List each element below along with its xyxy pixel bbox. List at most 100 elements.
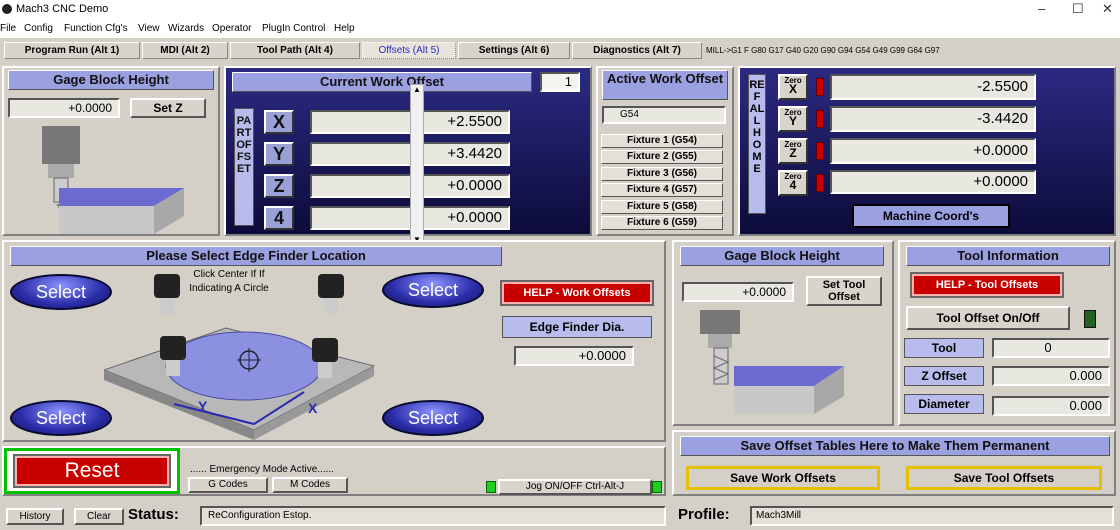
set-tool-offset-button[interactable]: Set Tool Offset xyxy=(806,276,882,306)
zero-y-button[interactable]: Zero Y xyxy=(778,106,808,132)
part-offset-label: PART OFFSET xyxy=(234,108,254,226)
fixture-4-button[interactable]: Fixture 4 (G57) xyxy=(601,183,723,197)
gage-bottom-value[interactable]: +0.0000 xyxy=(682,282,794,302)
menu-file[interactable]: File xyxy=(0,23,16,34)
fixture-6-button[interactable]: Fixture 6 (G59) xyxy=(601,216,723,230)
work-offset-scrollbar[interactable]: ▲ ▼ xyxy=(410,84,424,248)
tab-diagnostics[interactable]: Diagnostics (Alt 7) xyxy=(572,42,702,59)
edge-finder-title: Please Select Edge Finder Location xyxy=(10,246,502,266)
status-message: ReConfiguration Estop. xyxy=(200,506,666,526)
work-axis-z-label: Z xyxy=(264,174,294,198)
save-tool-offsets-button[interactable]: Save Tool Offsets xyxy=(906,466,1102,490)
gcode-status: MILL->G1 F G80 G17 G40 G20 G90 G94 G54 G… xyxy=(706,46,940,55)
tab-program-run[interactable]: Program Run (Alt 1) xyxy=(4,42,140,59)
machine-z-value[interactable]: +0.0000 xyxy=(830,138,1036,164)
edge-finder-dia-label: Edge Finder Dia. xyxy=(502,316,652,338)
select-top-right-button[interactable]: Select xyxy=(382,272,484,308)
ref-all-home-button[interactable]: REF ALL HOME xyxy=(748,74,766,214)
tool-offset-toggle-button[interactable]: Tool Offset On/Off xyxy=(906,306,1070,330)
fixture-3-button[interactable]: Fixture 3 (G56) xyxy=(601,167,723,181)
fixture-1-button[interactable]: Fixture 1 (G54) xyxy=(601,134,723,148)
zero-4-button[interactable]: Zero 4 xyxy=(778,170,808,196)
machine-coords-panel: REF ALL HOME Zero X -2.5500 Zero Y -3.4420… xyxy=(738,66,1116,236)
edge-finder-illustration[interactable] xyxy=(104,274,384,440)
help-work-offsets-button[interactable]: HELP - Work Offsets xyxy=(500,280,654,306)
select-bottom-right-button[interactable]: Select xyxy=(382,400,484,436)
current-work-offset-panel: Current Work Offset 1 PART OFFSET X +2.5… xyxy=(224,66,592,248)
save-offsets-title: Save Offset Tables Here to Make Them Per… xyxy=(680,436,1110,456)
menu-help[interactable]: Help xyxy=(334,23,355,34)
save-work-offsets-button[interactable]: Save Work Offsets xyxy=(686,466,880,490)
save-offsets-panel: Save Offset Tables Here to Make Them Per… xyxy=(672,430,1116,496)
select-bottom-left-button[interactable]: Select xyxy=(10,400,112,436)
axis-y-label: Y xyxy=(198,398,208,414)
window-title: Mach3 CNC Demo xyxy=(16,3,109,15)
tool-number-value[interactable]: 0 xyxy=(992,338,1110,358)
app-icon xyxy=(2,4,12,14)
history-button[interactable]: History xyxy=(6,508,64,525)
tool-info-title: Tool Information xyxy=(906,246,1110,266)
tool-info-panel: Tool Information HELP - Tool Offsets Too… xyxy=(898,240,1116,426)
gage-bottom-title: Gage Block Height xyxy=(680,246,884,266)
menu-wizards[interactable]: Wizards xyxy=(168,23,204,34)
tab-mdi[interactable]: MDI (Alt 2) xyxy=(142,42,228,59)
work-offset-index[interactable]: 1 xyxy=(540,72,580,92)
tool-label: Tool xyxy=(904,338,984,358)
status-label: Status: xyxy=(128,506,179,523)
emergency-text: ...... Emergency Mode Active...... xyxy=(190,464,334,475)
zero-z-button[interactable]: Zero Z xyxy=(778,138,808,164)
gage-top-title: Gage Block Height xyxy=(8,70,214,90)
diameter-value[interactable]: 0.000 xyxy=(992,396,1110,416)
machine-x-value[interactable]: -2.5500 xyxy=(830,74,1036,100)
menu-bar: File Config Function Cfg's View Wizards … xyxy=(0,20,1120,38)
fixture-5-button[interactable]: Fixture 5 (G58) xyxy=(601,200,723,214)
axis-x-label: X xyxy=(308,400,318,416)
gage-top-value[interactable]: +0.0000 xyxy=(8,98,120,118)
help-tool-offsets-button[interactable]: HELP - Tool Offsets xyxy=(910,272,1064,298)
gage-block-illustration xyxy=(42,126,184,234)
machine-coords-button[interactable]: Machine Coord's xyxy=(852,204,1010,228)
scroll-up-icon[interactable]: ▲ xyxy=(413,85,421,94)
maximize-icon[interactable]: ☐ xyxy=(1072,1,1084,17)
select-top-left-button[interactable]: Select xyxy=(10,274,112,310)
profile-value: Mach3Mill xyxy=(750,506,1114,526)
menu-config[interactable]: Config xyxy=(24,23,53,34)
work-axis-4-label: 4 xyxy=(264,206,294,230)
zero-x-button[interactable]: Zero X xyxy=(778,74,808,100)
menu-view[interactable]: View xyxy=(138,23,160,34)
work-axis-y-label: Y xyxy=(264,142,294,166)
profile-label: Profile: xyxy=(678,506,730,523)
jog-led-left xyxy=(486,481,496,493)
reset-button[interactable]: Reset xyxy=(13,454,171,488)
menu-function-cfgs[interactable]: Function Cfg's xyxy=(64,23,128,34)
tab-row: Program Run (Alt 1) MDI (Alt 2) Tool Pat… xyxy=(0,40,1120,62)
work-offset-title: Current Work Offset xyxy=(232,72,532,92)
z-offset-value[interactable]: 0.000 xyxy=(992,366,1110,386)
active-offset-title: Active Work Offset xyxy=(602,70,728,100)
menu-plugin-control[interactable]: PlugIn Control xyxy=(262,23,325,34)
tool-offset-led xyxy=(1084,310,1096,328)
g-codes-button[interactable]: G Codes xyxy=(188,477,268,493)
tab-tool-path[interactable]: Tool Path (Alt 4) xyxy=(230,42,360,59)
edge-finder-dia-value[interactable]: +0.0000 xyxy=(514,346,634,366)
title-bar: Mach3 CNC Demo – ☐ ✕ xyxy=(0,0,1120,20)
tab-offsets[interactable]: Offsets (Alt 5) xyxy=(362,42,456,59)
work-axis-x-label: X xyxy=(264,110,294,134)
m-codes-button[interactable]: M Codes xyxy=(272,477,348,493)
close-icon[interactable]: ✕ xyxy=(1102,1,1113,17)
machine-y-value[interactable]: -3.4420 xyxy=(830,106,1036,132)
gage-block-top-panel: Gage Block Height +0.0000 Set Z xyxy=(2,66,220,236)
clear-button[interactable]: Clear xyxy=(74,508,124,525)
menu-operator[interactable]: Operator xyxy=(212,23,251,34)
minimize-icon[interactable]: – xyxy=(1038,1,1045,16)
gage-block-bottom-panel: Gage Block Height +0.0000 Set Tool Offse… xyxy=(672,240,894,426)
jog-toggle-button[interactable]: Jog ON/OFF Ctrl-Alt-J xyxy=(498,479,652,495)
tab-settings[interactable]: Settings (Alt 6) xyxy=(458,42,570,59)
y-led xyxy=(816,110,824,128)
tool-gage-illustration xyxy=(700,310,844,414)
fixture-2-button[interactable]: Fixture 2 (G55) xyxy=(601,150,723,164)
diameter-label: Diameter xyxy=(904,394,984,414)
machine-4-value[interactable]: +0.0000 xyxy=(830,170,1036,194)
z-led xyxy=(816,142,824,160)
set-z-button[interactable]: Set Z xyxy=(130,98,206,118)
